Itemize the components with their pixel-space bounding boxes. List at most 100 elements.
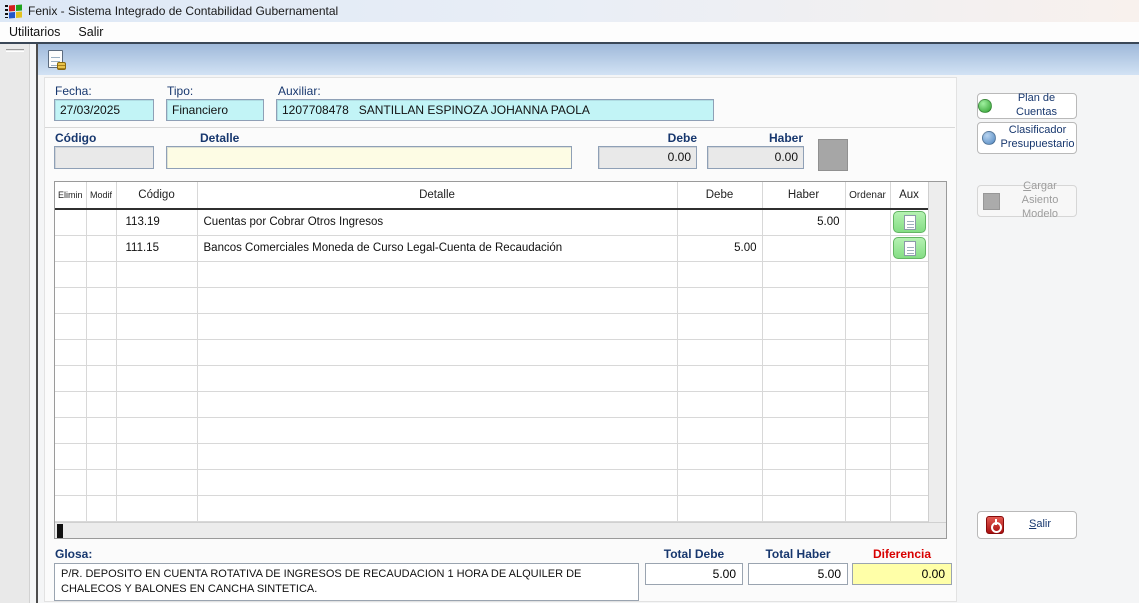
dock-grip[interactable]: [6, 49, 24, 52]
tipo-field[interactable]: Financiero: [166, 99, 264, 121]
cell-haber[interactable]: 5.00: [762, 209, 846, 236]
cell-modif: [86, 417, 117, 444]
cell-debe: [677, 313, 763, 340]
cargar-asiento-modelo-button: Cargar Asiento Modelo: [977, 180, 1077, 220]
cell-ordenar[interactable]: [845, 235, 891, 262]
glosa-label: Glosa:: [55, 547, 93, 561]
cell-haber: [762, 313, 846, 340]
cell-haber: [762, 287, 846, 314]
cell-debe: [677, 339, 763, 366]
cell-codigo: [116, 313, 198, 340]
cell-detalle: [197, 313, 678, 340]
fecha-field[interactable]: 27/03/2025: [54, 99, 154, 121]
cell-codigo: [116, 287, 198, 314]
entry-row[interactable]: 111.15 Bancos Comerciales Moneda de Curso…: [55, 235, 929, 262]
cell-elimin[interactable]: [55, 209, 87, 236]
haber-input[interactable]: 0.00: [707, 146, 804, 169]
cell-aux[interactable]: [890, 235, 929, 262]
cell-detalle: [197, 391, 678, 418]
vertical-scrollbar[interactable]: [928, 182, 946, 522]
cell-codigo: [116, 339, 198, 366]
cell-elimin: [55, 313, 87, 340]
empty-row: [55, 339, 929, 366]
cell-codigo: [116, 417, 198, 444]
entries-grid: Elimin Modif Código Detalle Debe Haber Ordenar…: [54, 181, 947, 539]
cell-aux: [890, 417, 929, 444]
cell-aux[interactable]: [890, 209, 929, 236]
cell-codigo[interactable]: 113.19: [116, 209, 198, 236]
cell-codigo[interactable]: 111.15: [116, 235, 198, 262]
cell-modif: [86, 391, 117, 418]
cell-elimin: [55, 365, 87, 392]
cell-detalle[interactable]: Cuentas por Cobrar Otros Ingresos: [197, 209, 678, 236]
cell-ordenar: [845, 313, 891, 340]
aux-detail-button[interactable]: [892, 237, 926, 259]
scrollbar-thumb[interactable]: [57, 524, 63, 538]
fecha-label: Fecha:: [55, 84, 92, 98]
cell-debe: [677, 417, 763, 444]
clasificador-presupuestario-button[interactable]: Clasificador Presupuestario: [977, 122, 1077, 154]
column-header-elimin: Elimin: [55, 182, 87, 210]
menu-item-salir[interactable]: Salir: [69, 23, 112, 41]
cell-modif[interactable]: [86, 235, 117, 262]
cell-detalle[interactable]: Bancos Comerciales Moneda de Curso Legal…: [197, 235, 678, 262]
tipo-label: Tipo:: [167, 84, 194, 98]
cell-modif: [86, 365, 117, 392]
separator-line: [45, 127, 955, 128]
horizontal-scrollbar[interactable]: [55, 522, 946, 538]
salir-button[interactable]: Salir: [977, 511, 1077, 539]
column-header-detalle: Detalle: [197, 182, 678, 210]
cell-codigo: [116, 365, 198, 392]
entry-row[interactable]: 113.19 Cuentas por Cobrar Otros Ingresos 5…: [55, 209, 929, 236]
detalle-input[interactable]: [166, 146, 572, 169]
cell-debe: [677, 391, 763, 418]
cell-modif: [86, 495, 117, 522]
debe-input[interactable]: 0.00: [598, 146, 697, 169]
empty-row: [55, 365, 929, 392]
cell-debe[interactable]: [677, 209, 763, 236]
cell-aux: [890, 391, 929, 418]
add-entry-button[interactable]: [818, 139, 848, 171]
document-icon: [903, 241, 916, 256]
codigo-input[interactable]: [54, 146, 154, 169]
window-title: Fenix - Sistema Integrado de Contabilida…: [28, 4, 339, 18]
cell-debe: [677, 443, 763, 470]
cell-detalle: [197, 339, 678, 366]
glosa-textarea[interactable]: P/R. DEPOSITO EN CUENTA ROTATIVA DE INGR…: [54, 563, 639, 601]
cell-ordenar: [845, 495, 891, 522]
column-header-haber: Haber: [762, 182, 846, 210]
cell-aux: [890, 313, 929, 340]
cell-aux: [890, 261, 929, 288]
cell-codigo: [116, 443, 198, 470]
menu-bar: Utilitarios Salir: [0, 22, 1139, 42]
cell-codigo: [116, 261, 198, 288]
cell-debe[interactable]: 5.00: [677, 235, 763, 262]
detalle-label: Detalle: [200, 131, 240, 145]
aux-detail-button[interactable]: [892, 211, 926, 234]
column-header-modif: Modif: [86, 182, 117, 210]
cell-debe: [677, 365, 763, 392]
menu-item-utilitarios[interactable]: Utilitarios: [0, 23, 69, 41]
cell-haber: [762, 339, 846, 366]
cell-debe: [677, 469, 763, 496]
cell-ordenar: [845, 261, 891, 288]
cell-detalle: [197, 261, 678, 288]
grid-header-row: Elimin Modif Código Detalle Debe Haber Ordenar…: [55, 182, 929, 210]
cell-detalle: [197, 287, 678, 314]
cell-modif[interactable]: [86, 209, 117, 236]
plan-de-cuentas-button[interactable]: Plan de Cuentas: [977, 92, 1077, 119]
auxiliar-field[interactable]: 1207708478 SANTILLAN ESPINOZA JOHANNA PA…: [276, 99, 714, 121]
cell-ordenar: [845, 443, 891, 470]
cell-elimin[interactable]: [55, 235, 87, 262]
new-entry-document-icon[interactable]: [48, 50, 66, 70]
cell-haber: [762, 365, 846, 392]
haber-label: Haber: [768, 131, 803, 145]
cell-ordenar[interactable]: [845, 209, 891, 236]
cell-elimin: [55, 417, 87, 444]
title-bar: Fenix - Sistema Integrado de Contabilida…: [0, 0, 1139, 22]
cell-elimin: [55, 287, 87, 314]
cell-detalle: [197, 365, 678, 392]
empty-row: [55, 287, 929, 314]
cell-haber[interactable]: [762, 235, 846, 262]
document-icon: [903, 215, 916, 231]
